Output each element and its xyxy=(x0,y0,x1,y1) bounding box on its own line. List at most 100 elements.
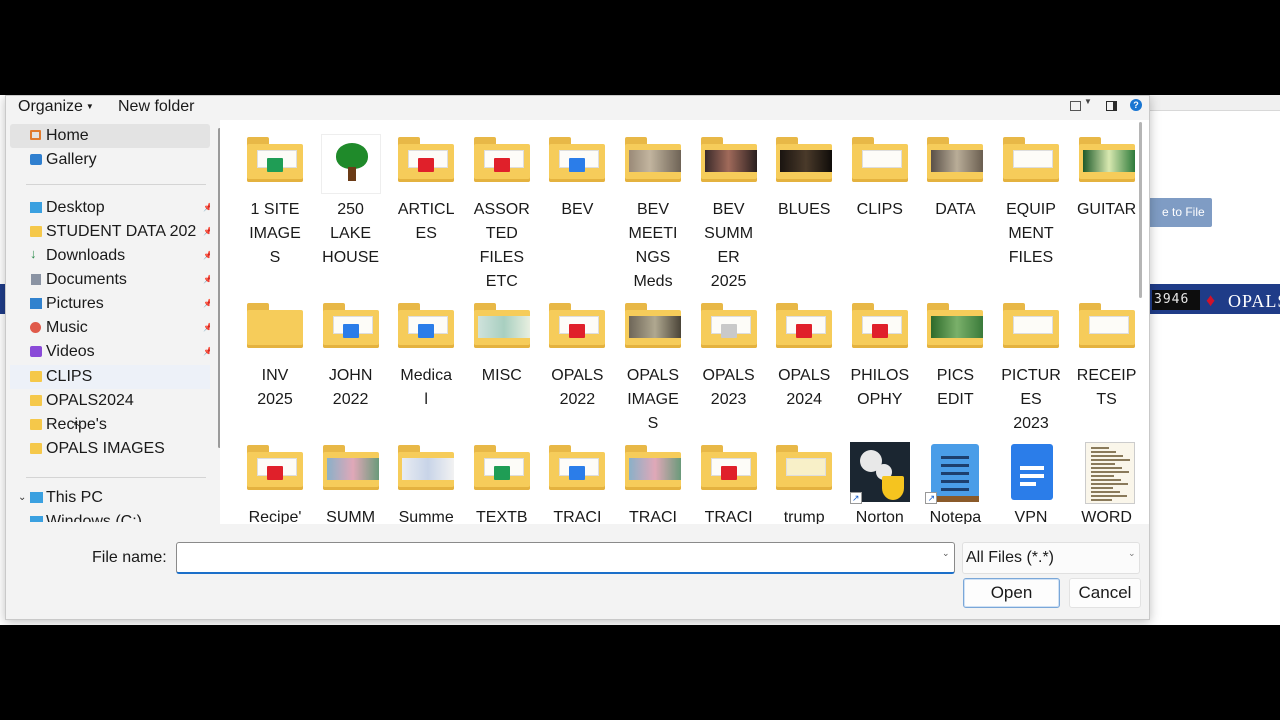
cancel-button[interactable]: Cancel xyxy=(1069,578,1141,608)
file-item-data[interactable]: DATA xyxy=(918,124,992,284)
nav-item-clips[interactable]: CLIPS xyxy=(10,365,210,389)
folder-icon xyxy=(1001,300,1061,352)
nav-item-recipe-s[interactable]: Recipe's xyxy=(10,413,210,437)
file-item-traci[interactable]: TRACI xyxy=(692,432,766,524)
file-item-250lakehouse[interactable]: 250 LAKE HOUSE xyxy=(314,124,388,284)
file-list: 1 SITE IMAGE S 250 LAKE HOUSE ARTICL ES ASS… xyxy=(220,120,1149,524)
folder-body xyxy=(700,144,757,182)
folder-icon xyxy=(472,442,532,494)
nav-item-desktop[interactable]: Desktop 📌 xyxy=(10,196,210,220)
nav-item-documents[interactable]: Documents 📌 xyxy=(10,268,210,292)
file-item-word[interactable]: WORD xyxy=(1070,432,1144,524)
file-item-notepa[interactable]: ↗ Notepa xyxy=(918,432,992,524)
pdf-file-icon xyxy=(569,324,586,338)
folder-body xyxy=(625,452,681,490)
organize-menu-button[interactable]: Organize ▼ xyxy=(18,98,94,116)
chevron-down-icon[interactable]: ⌄ xyxy=(942,548,950,559)
folder-preview-document xyxy=(786,458,827,476)
file-item-traci[interactable]: TRACI xyxy=(540,432,614,524)
file-item-norton[interactable]: ↗ Norton xyxy=(843,432,917,524)
folder-icon xyxy=(30,443,42,454)
file-item-pictures2023[interactable]: PICTUR ES 2023 xyxy=(994,290,1068,450)
folder-icon xyxy=(547,300,607,352)
folder-body xyxy=(322,452,379,490)
file-item-opals2022[interactable]: OPALS 2022 xyxy=(540,290,614,450)
file-open-dialog: Organize ▼ New folder ▼ ? Home Gallery Desk… xyxy=(5,95,1150,620)
shield-icon xyxy=(881,476,904,500)
file-item-bevmeetingsmeds[interactable]: BEV MEETI NGS Meds xyxy=(616,124,690,290)
file-name-input[interactable] xyxy=(176,542,955,574)
file-item-summe[interactable]: Summe xyxy=(389,432,463,524)
file-item-articles[interactable]: ARTICL ES xyxy=(389,124,463,284)
file-item-clips[interactable]: CLIPS xyxy=(843,124,917,284)
file-item-opals2023[interactable]: OPALS 2023 xyxy=(692,290,766,450)
folder-icon xyxy=(30,226,42,237)
word-file-icon xyxy=(569,466,586,480)
file-item-guitar[interactable]: GUITAR xyxy=(1070,124,1144,284)
file-item-trump[interactable]: trump xyxy=(767,432,841,524)
nav-item-downloads[interactable]: ↓ Downloads 📌 xyxy=(10,244,210,268)
open-button[interactable]: Open xyxy=(963,578,1060,608)
folder-icon xyxy=(245,300,305,352)
tree-image-icon xyxy=(320,134,381,194)
file-item-equipmentfiles[interactable]: EQUIP MENT FILES xyxy=(994,124,1068,284)
chevron-down-icon[interactable]: ⌄ xyxy=(18,486,26,510)
file-type-filter[interactable]: All Files (*.*) xyxy=(962,542,1140,574)
file-item-opals2024[interactable]: OPALS 2024 xyxy=(767,290,841,450)
nav-item-videos[interactable]: Videos 📌 xyxy=(10,340,210,364)
help-icon[interactable]: ? xyxy=(1130,99,1142,111)
background-app-button[interactable]: e to File xyxy=(1148,198,1212,227)
file-name-label: WORD xyxy=(1081,509,1132,524)
nav-item-pictures[interactable]: Pictures 📌 xyxy=(10,292,210,316)
file-item-vpn[interactable]: VPN xyxy=(994,432,1068,524)
nav-item-this-pc[interactable]: ⌄ This PC xyxy=(10,486,210,510)
nav-item-label: Home xyxy=(46,127,89,144)
word-file-icon xyxy=(569,158,586,172)
pin-icon: 📌 xyxy=(203,196,210,220)
file-item-bevsummer2025[interactable]: BEV SUMM ER 2025 xyxy=(692,124,766,290)
file-name-label: 250 LAKE HOUSE xyxy=(322,201,380,266)
file-item-medical[interactable]: Medica l xyxy=(389,290,463,450)
file-name-label: ASSOR TED FILES ETC xyxy=(473,201,530,290)
file-item-inv2025[interactable]: INV 2025 xyxy=(238,290,312,450)
preview-pane-icon[interactable] xyxy=(1106,101,1117,111)
file-item-receipts[interactable]: RECEIP TS xyxy=(1070,290,1144,450)
nav-item-label: Documents xyxy=(46,271,127,288)
file-item-john2022[interactable]: JOHN 2022 xyxy=(314,290,388,450)
change-view-icon[interactable] xyxy=(1070,101,1081,111)
file-item-summ[interactable]: SUMM xyxy=(314,432,388,524)
folder-body xyxy=(927,144,984,182)
file-item-textb[interactable]: TEXTB xyxy=(465,432,539,524)
file-item-assortedfilesetc[interactable]: ASSOR TED FILES ETC xyxy=(465,124,539,290)
nav-item-home[interactable]: Home xyxy=(10,124,210,148)
nav-item-opals2024[interactable]: OPALS2024 xyxy=(10,389,210,413)
chevron-down-icon[interactable]: ⌄ xyxy=(1128,548,1136,559)
text-line xyxy=(941,456,970,459)
file-item-blues[interactable]: BLUES xyxy=(767,124,841,284)
new-folder-button[interactable]: New folder xyxy=(118,98,194,116)
file-item-picsedit[interactable]: PICS EDIT xyxy=(918,290,992,450)
chevron-down-icon[interactable]: ▼ xyxy=(1084,97,1092,106)
nav-item-windows-c[interactable]: Windows (C:) xyxy=(10,510,210,522)
nav-item-gallery[interactable]: Gallery xyxy=(10,148,210,172)
music-icon xyxy=(30,322,41,333)
file-item-traci[interactable]: TRACI xyxy=(616,432,690,524)
folder-preview-image xyxy=(629,150,681,172)
file-item-bev[interactable]: BEV xyxy=(540,124,614,284)
file-list-scrollbar[interactable] xyxy=(1139,122,1142,298)
sheet-file-icon xyxy=(493,466,510,480)
nav-item-opals-images[interactable]: OPALS IMAGES xyxy=(10,437,210,461)
nav-item-music[interactable]: Music 📌 xyxy=(10,316,210,340)
file-item-opalsimages[interactable]: OPALS IMAGE S xyxy=(616,290,690,450)
file-name-label: TRACI xyxy=(553,509,602,524)
text-line xyxy=(1090,495,1127,497)
folder-icon xyxy=(245,134,305,186)
nav-item-student-data-202[interactable]: STUDENT DATA 202 📌 xyxy=(10,220,210,244)
file-item-misc[interactable]: MISC xyxy=(465,290,539,450)
pdf-file-icon xyxy=(418,158,435,172)
file-item-recipe[interactable]: Recipe' xyxy=(238,432,312,524)
file-item-1-siteimages[interactable]: 1 SITE IMAGE S xyxy=(238,124,312,284)
file-item-philosophy[interactable]: PHILOS OPHY xyxy=(843,290,917,450)
nav-item-label: This PC xyxy=(46,489,103,506)
text-line xyxy=(941,480,970,483)
